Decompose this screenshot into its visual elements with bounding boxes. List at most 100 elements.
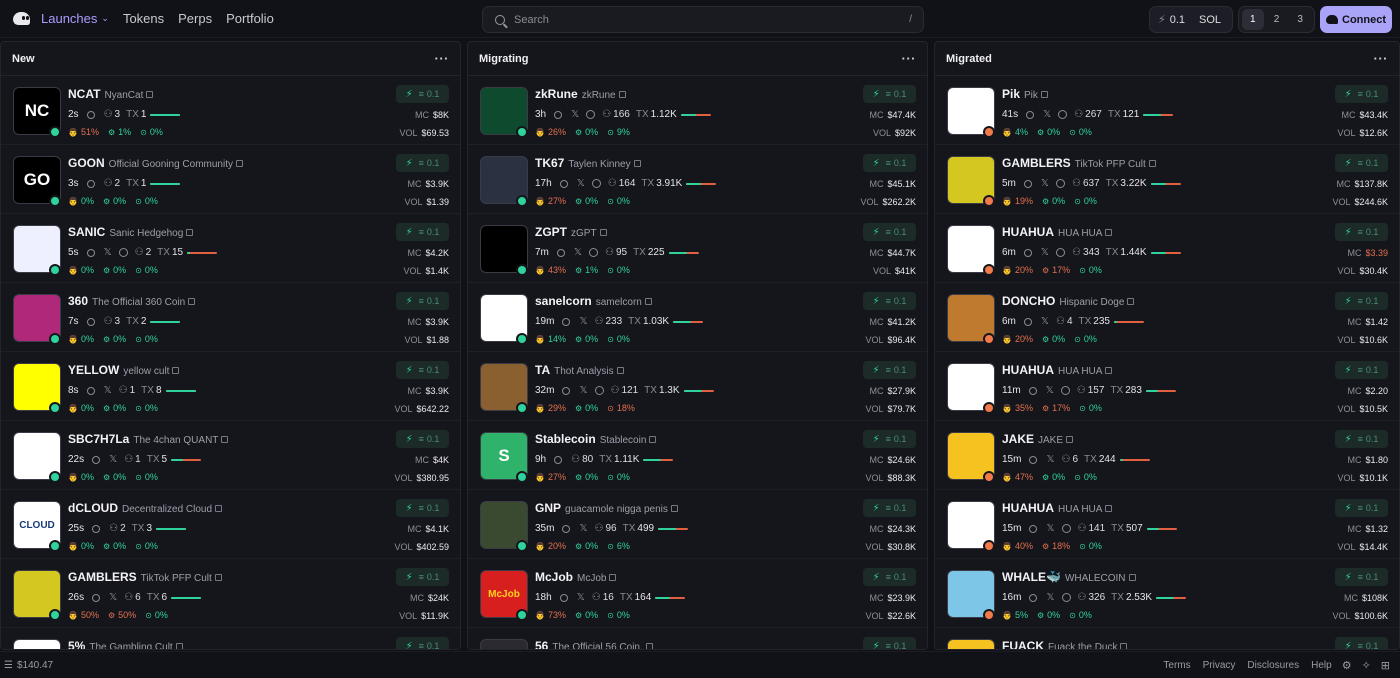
- token-row[interactable]: YELLOW yellow cult 8s 𝕏 ⚇ 1 TX 8 👨 0% ⚙ 0% ⊙ 0% MC $3.9…: [1, 352, 460, 421]
- x-icon[interactable]: 𝕏: [577, 178, 585, 189]
- globe-icon[interactable]: [1060, 386, 1070, 395]
- copy-icon[interactable]: [1040, 91, 1048, 99]
- token-row[interactable]: sanelcorn samelcorn 19m 𝕏 ⚇ 233 TX 1.03K 👨 14% ⚙ 0%…: [468, 283, 927, 352]
- search-icon[interactable]: [1028, 386, 1037, 395]
- token-symbol[interactable]: YELLOW yellow cult: [68, 363, 180, 377]
- footer-privacy-link[interactable]: Privacy: [1203, 660, 1236, 671]
- token-row[interactable]: 56 The Official 56 Coin. ⚡ ≡ 0.1: [468, 628, 927, 649]
- x-icon[interactable]: 𝕏: [577, 592, 585, 603]
- token-row[interactable]: zkRune zkRune 3h 𝕏 ⚇ 166 TX 1.12K 👨 26% ⚙ 0% ⊙ 9% MC $4…: [468, 76, 927, 145]
- x-icon[interactable]: 𝕏: [1043, 109, 1051, 120]
- token-row[interactable]: JAKE JAKE 15m 𝕏 ⚇ 6 TX 244 👨 47% ⚙ 0% ⊙ 0% MC $1.80 VOL $…: [935, 421, 1399, 490]
- search-icon[interactable]: [1029, 455, 1038, 464]
- token-row[interactable]: GAMBLERS TikTok PFP Cult 5m 𝕏 ⚇ 637 TX 3.22K 👨 19…: [935, 145, 1399, 214]
- token-symbol[interactable]: dCLOUD Decentralized Cloud: [68, 501, 223, 515]
- nav-portfolio[interactable]: Portfolio: [226, 11, 274, 26]
- search-bar[interactable]: /: [482, 6, 924, 33]
- x-icon[interactable]: 𝕏: [579, 316, 587, 327]
- quick-buy-button[interactable]: ⚡ ≡ 0.1: [1335, 568, 1388, 586]
- token-row[interactable]: HUAHUA HUA HUA 6m 𝕏 ⚇ 343 TX 1.44K 👨 20% ⚙ 17% ⊙ 0% MC…: [935, 214, 1399, 283]
- token-row[interactable]: FUACK Fuack the Duck ⚡ ≡ 0.1: [935, 628, 1399, 649]
- globe-icon[interactable]: [118, 248, 128, 257]
- quick-buy-button[interactable]: ⚡ ≡ 0.1: [1335, 499, 1388, 517]
- token-row[interactable]: GNP guacamole nigga penis 35m 𝕏 ⚇ 96 TX 499 👨 20%…: [468, 490, 927, 559]
- copy-icon[interactable]: [235, 160, 243, 168]
- quick-buy-button[interactable]: ⚡ ≡ 0.1: [396, 568, 449, 586]
- copy-icon[interactable]: [1148, 160, 1156, 168]
- token-symbol[interactable]: HUAHUA HUA HUA: [1002, 501, 1113, 515]
- token-symbol[interactable]: Stablecoin Stablecoin: [535, 432, 657, 446]
- token-symbol[interactable]: SANIC Sanic Hedgehog: [68, 225, 194, 239]
- copy-icon[interactable]: [1066, 436, 1074, 444]
- globe-icon[interactable]: [1061, 593, 1071, 602]
- token-row[interactable]: HUAHUA HUA HUA 15m 𝕏 ⚇ 141 TX 507 👨 40% ⚙ 18% ⊙ 0% MC $…: [935, 490, 1399, 559]
- token-avatar[interactable]: [480, 639, 528, 649]
- quick-buy-button[interactable]: ⚡ ≡ 0.1: [863, 361, 916, 379]
- copy-icon[interactable]: [644, 298, 652, 306]
- x-icon[interactable]: 𝕏: [1046, 454, 1054, 465]
- token-symbol[interactable]: 360 The Official 360 Coin: [68, 294, 196, 308]
- token-row[interactable]: Pik Pik 41s 𝕏 ⚇ 267 TX 121 👨 4% ⚙ 0% ⊙ 0% MC $43.4K VOL $…: [935, 76, 1399, 145]
- copy-icon[interactable]: [214, 574, 222, 582]
- x-icon[interactable]: 𝕏: [1046, 592, 1054, 603]
- x-icon[interactable]: 𝕏: [1046, 523, 1054, 534]
- quick-buy-button[interactable]: ⚡ ≡ 0.1: [396, 292, 449, 310]
- token-avatar[interactable]: [947, 639, 995, 649]
- globe-icon[interactable]: [594, 386, 604, 395]
- copy-icon[interactable]: [172, 367, 180, 375]
- token-row[interactable]: WHALE🐳 WHALECOIN 16m 𝕏 ⚇ 326 TX 2.53K 👨 5% ⚙ 0% ⊙ 0% M…: [935, 559, 1399, 628]
- x-icon[interactable]: 𝕏: [571, 109, 579, 120]
- token-row[interactable]: SANIC Sanic Hedgehog 5s 𝕏 ⚇ 2 TX 15 👨 0% ⚙ 0% ⊙ 0% MC $…: [1, 214, 460, 283]
- token-symbol[interactable]: FUACK Fuack the Duck: [1002, 639, 1128, 649]
- token-symbol[interactable]: SBC7H7La The 4chan QUANT: [68, 432, 229, 446]
- token-row[interactable]: NC NCAT NyanCat 2s ⚇ 3 TX 1 👨 51% ⚙ 1% ⊙ 0% MC $8K VOL $6…: [1, 76, 460, 145]
- x-icon[interactable]: 𝕏: [109, 592, 117, 603]
- search-icon[interactable]: [86, 317, 95, 326]
- settings-icon[interactable]: ⚙: [1342, 659, 1352, 672]
- copy-icon[interactable]: [1127, 298, 1135, 306]
- x-icon[interactable]: 𝕏: [579, 385, 587, 396]
- footer-help-link[interactable]: Help: [1311, 660, 1332, 671]
- quick-buy-button[interactable]: ⚡ ≡ 0.1: [396, 85, 449, 103]
- x-icon[interactable]: 𝕏: [1041, 178, 1049, 189]
- copy-icon[interactable]: [1128, 574, 1136, 582]
- quick-buy-button[interactable]: ⚡ ≡ 0.1: [1335, 154, 1388, 172]
- quick-buy-button[interactable]: ⚡ ≡ 0.1: [1335, 85, 1388, 103]
- token-row[interactable]: CLOUD dCLOUD Decentralized Cloud 25s ⚇ 2 TX 3 👨 0…: [1, 490, 460, 559]
- token-symbol[interactable]: GOON Official Gooning Community: [68, 156, 243, 170]
- token-symbol[interactable]: GAMBLERS TikTok PFP Cult: [68, 570, 222, 584]
- token-row[interactable]: S Stablecoin Stablecoin 9h ⚇ 80 TX 1.11K 👨 27% ⚙ 0%…: [468, 421, 927, 490]
- quick-buy-button[interactable]: ⚡ ≡ 0.1: [1335, 223, 1388, 241]
- search-icon[interactable]: [92, 455, 101, 464]
- quick-buy-button[interactable]: ⚡ ≡ 0.1: [863, 154, 916, 172]
- copy-icon[interactable]: [645, 643, 653, 649]
- quick-buy-button[interactable]: ⚡ ≡ 0.1: [396, 430, 449, 448]
- copy-icon[interactable]: [188, 298, 196, 306]
- token-row[interactable]: McJob McJob McJob 18h 𝕏 ⚇ 16 TX 164 👨 73% ⚙ 0% ⊙ 0% MC $…: [468, 559, 927, 628]
- copy-icon[interactable]: [616, 367, 624, 375]
- copy-icon[interactable]: [215, 505, 223, 513]
- quick-buy-button[interactable]: ⚡ ≡ 0.1: [396, 499, 449, 517]
- globe-icon[interactable]: [586, 110, 596, 119]
- search-input[interactable]: [514, 13, 894, 26]
- app-logo-icon[interactable]: [13, 10, 31, 28]
- token-symbol[interactable]: DONCHO Hispanic Doge: [1002, 294, 1135, 308]
- connect-button[interactable]: Connect: [1320, 6, 1392, 33]
- copy-icon[interactable]: [599, 229, 607, 237]
- copy-icon[interactable]: [146, 91, 154, 99]
- nav-tokens[interactable]: Tokens: [123, 11, 164, 26]
- grid-icon[interactable]: ⊞: [1381, 659, 1390, 672]
- token-row[interactable]: TK67 Taylen Kinney 17h 𝕏 ⚇ 164 TX 3.91K 👨 27% ⚙ 0% ⊙…: [468, 145, 927, 214]
- search-icon[interactable]: [86, 386, 95, 395]
- quick-buy-button[interactable]: ⚡ ≡ 0.1: [863, 637, 916, 649]
- token-row[interactable]: GO GOON Official Gooning Community 3s ⚇ 2 TX 1 👨…: [1, 145, 460, 214]
- token-symbol[interactable]: zkRune zkRune: [535, 87, 626, 101]
- nav-launches[interactable]: Launches ⌄: [41, 11, 109, 26]
- copy-icon[interactable]: [618, 91, 626, 99]
- search-icon[interactable]: [562, 386, 571, 395]
- search-icon[interactable]: [1023, 179, 1032, 188]
- x-icon[interactable]: 𝕏: [109, 454, 117, 465]
- copy-icon[interactable]: [1105, 229, 1113, 237]
- token-row[interactable]: GAMBLERS TikTok PFP Cult 26s 𝕏 ⚇ 6 TX 6 👨 50% ⚙ 50%…: [1, 559, 460, 628]
- globe-icon[interactable]: [1058, 110, 1068, 119]
